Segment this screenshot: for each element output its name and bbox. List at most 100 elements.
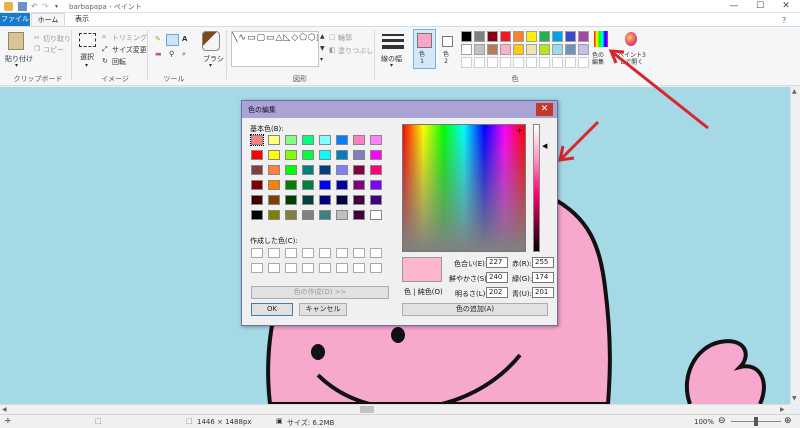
custom-colors-grid — [251, 248, 391, 276]
basic-color-swatch[interactable] — [353, 165, 365, 175]
custom-color-swatch[interactable] — [353, 263, 365, 273]
color-spectrum[interactable] — [402, 124, 526, 252]
custom-color-swatch[interactable] — [268, 263, 280, 273]
basic-color-swatch[interactable] — [251, 195, 263, 205]
basic-color-swatch[interactable] — [353, 135, 365, 145]
basic-color-swatch[interactable] — [251, 150, 263, 160]
custom-color-swatch[interactable] — [251, 263, 263, 273]
basic-color-swatch[interactable] — [370, 135, 382, 145]
basic-color-swatch[interactable] — [336, 210, 348, 220]
basic-color-swatch[interactable] — [268, 135, 280, 145]
hue-field[interactable]: 227 — [486, 257, 508, 268]
basic-color-swatch[interactable] — [336, 195, 348, 205]
ok-button[interactable]: OK — [251, 303, 293, 316]
basic-color-swatch[interactable] — [285, 195, 297, 205]
dialog-title-bar[interactable]: 色の編集 ✕ — [242, 101, 557, 118]
basic-color-swatch[interactable] — [319, 210, 331, 220]
selection-size-icon: ⬚ — [95, 417, 102, 425]
cancel-button[interactable]: キャンセル — [299, 303, 347, 316]
basic-color-swatch[interactable] — [285, 180, 297, 190]
basic-color-swatch[interactable] — [302, 150, 314, 160]
basic-color-swatch[interactable] — [302, 195, 314, 205]
file-size: サイズ: 6.2MB — [287, 419, 335, 427]
blue-field[interactable]: 201 — [532, 287, 554, 298]
custom-color-swatch[interactable] — [302, 248, 314, 258]
basic-color-swatch[interactable] — [319, 165, 331, 175]
zoom-out-button[interactable]: ⊖ — [718, 416, 726, 426]
zoom-slider-thumb[interactable] — [754, 417, 758, 426]
basic-color-swatch[interactable] — [268, 180, 280, 190]
saturation-label: 鮮やかさ(S): — [449, 275, 490, 283]
basic-color-swatch[interactable] — [251, 165, 263, 175]
basic-color-swatch[interactable] — [336, 165, 348, 175]
basic-color-swatch[interactable] — [268, 210, 280, 220]
custom-color-swatch[interactable] — [336, 248, 348, 258]
zoom-level: 100% — [694, 418, 715, 426]
red-field[interactable]: 255 — [532, 257, 554, 268]
image-dimensions-icon: ⬚ — [186, 417, 193, 425]
dialog-close-button[interactable]: ✕ — [536, 103, 553, 116]
custom-color-swatch[interactable] — [370, 248, 382, 258]
basic-color-swatch[interactable] — [251, 210, 263, 220]
basic-color-swatch[interactable] — [353, 210, 365, 220]
basic-color-swatch[interactable] — [268, 165, 280, 175]
luminosity-field[interactable]: 202 — [486, 287, 508, 298]
basic-color-swatch[interactable] — [302, 135, 314, 145]
basic-colors-grid — [250, 134, 391, 225]
basic-color-swatch[interactable] — [302, 210, 314, 220]
custom-color-swatch[interactable] — [370, 263, 382, 273]
basic-color-swatch[interactable] — [353, 180, 365, 190]
basic-color-swatch[interactable] — [268, 150, 280, 160]
basic-color-swatch[interactable] — [370, 210, 382, 220]
custom-colors-label: 作成した色(C): — [250, 237, 298, 245]
basic-color-swatch[interactable] — [251, 180, 263, 190]
basic-color-swatch[interactable] — [319, 135, 331, 145]
luminosity-label: 明るさ(L): — [455, 290, 488, 298]
zoom-in-button[interactable]: ⊕ — [784, 416, 792, 426]
image-dimensions: 1446 × 1488px — [197, 418, 252, 426]
green-label: 緑(G): — [512, 275, 533, 283]
basic-color-swatch[interactable] — [285, 135, 297, 145]
basic-color-swatch[interactable] — [336, 135, 348, 145]
basic-color-swatch[interactable] — [370, 195, 382, 205]
basic-color-swatch[interactable] — [250, 134, 264, 146]
luminance-pointer-icon[interactable]: ◀ — [542, 142, 547, 150]
custom-color-swatch[interactable] — [268, 248, 280, 258]
green-field[interactable]: 174 — [532, 272, 554, 283]
basic-color-swatch[interactable] — [285, 210, 297, 220]
custom-color-swatch[interactable] — [353, 248, 365, 258]
red-label: 赤(R): — [512, 260, 532, 268]
basic-color-swatch[interactable] — [285, 165, 297, 175]
basic-color-swatch[interactable] — [302, 165, 314, 175]
custom-color-swatch[interactable] — [285, 263, 297, 273]
blue-label: 青(U): — [512, 290, 532, 298]
define-custom-colors-button[interactable]: 色の作成(D) >> — [251, 286, 389, 299]
custom-color-swatch[interactable] — [319, 248, 331, 258]
basic-color-swatch[interactable] — [268, 195, 280, 205]
custom-color-swatch[interactable] — [336, 263, 348, 273]
saturation-field[interactable]: 240 — [486, 272, 508, 283]
basic-color-swatch[interactable] — [370, 150, 382, 160]
color-solid-label: 色 | 純色(O) — [404, 288, 443, 296]
luminance-slider[interactable] — [533, 124, 540, 252]
basic-color-swatch[interactable] — [353, 150, 365, 160]
basic-color-swatch[interactable] — [353, 195, 365, 205]
basic-color-swatch[interactable] — [370, 180, 382, 190]
custom-color-swatch[interactable] — [302, 263, 314, 273]
status-bar: ✛ ⬚ ⬚ 1446 × 1488px ▣ サイズ: 6.2MB 100% ⊖ … — [0, 414, 800, 428]
basic-color-swatch[interactable] — [336, 180, 348, 190]
add-to-custom-colors-button[interactable]: 色の追加(A) — [402, 303, 548, 316]
basic-color-swatch[interactable] — [319, 180, 331, 190]
basic-color-swatch[interactable] — [319, 150, 331, 160]
custom-color-swatch[interactable] — [285, 248, 297, 258]
cursor-position-icon: ✛ — [5, 417, 11, 425]
spectrum-crosshair[interactable]: + — [516, 126, 523, 135]
basic-color-swatch[interactable] — [302, 180, 314, 190]
dialog-title: 色の編集 — [248, 106, 276, 114]
basic-color-swatch[interactable] — [370, 165, 382, 175]
basic-color-swatch[interactable] — [285, 150, 297, 160]
basic-color-swatch[interactable] — [336, 150, 348, 160]
basic-color-swatch[interactable] — [319, 195, 331, 205]
custom-color-swatch[interactable] — [319, 263, 331, 273]
custom-color-swatch[interactable] — [251, 248, 263, 258]
